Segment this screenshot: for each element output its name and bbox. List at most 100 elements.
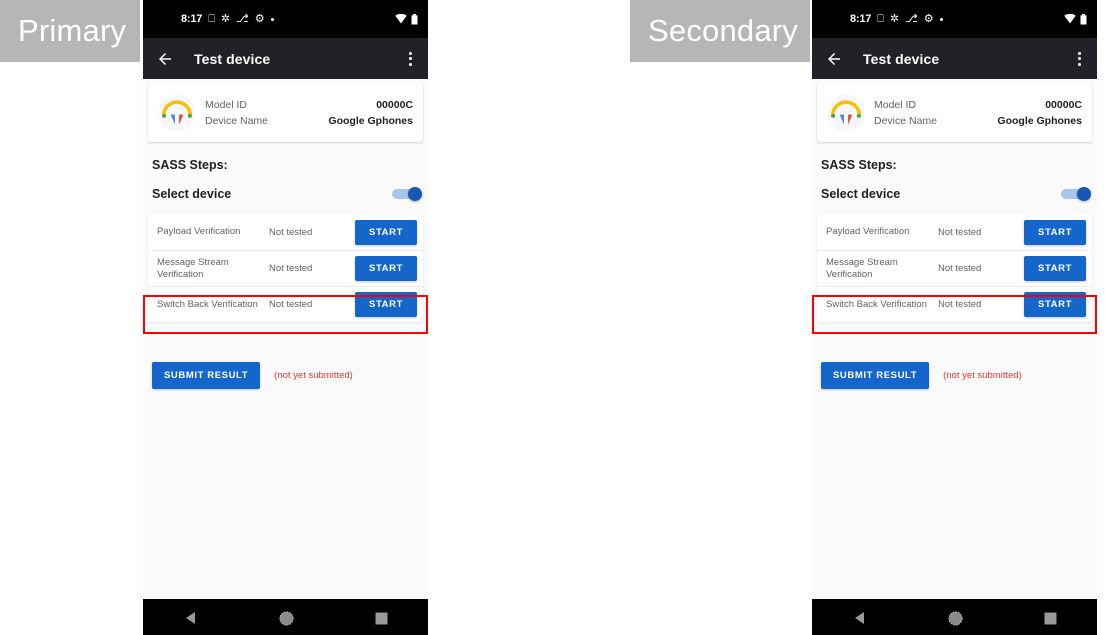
- start-button[interactable]: START: [1024, 256, 1086, 281]
- overflow-menu-icon[interactable]: [406, 48, 415, 70]
- select-device-row: Select device: [821, 187, 1091, 201]
- device-row-value: Google Gphones: [328, 115, 413, 127]
- app-bar-title: Test device: [194, 50, 271, 67]
- start-button[interactable]: START: [355, 292, 417, 317]
- device-row-key: Model ID: [874, 99, 917, 111]
- navigation-bar: [812, 599, 1097, 635]
- select-device-toggle[interactable]: [1061, 187, 1091, 201]
- toggle-thumb: [408, 187, 422, 201]
- start-button[interactable]: START: [355, 219, 417, 245]
- screen-content: Model ID 00000C Device Name Google Gphon…: [143, 79, 428, 635]
- settings-gear-icon: ⚙: [254, 12, 265, 25]
- status-clock: 8:17: [181, 13, 203, 25]
- device-row-value: 00000C: [1045, 99, 1082, 111]
- overflow-menu-icon[interactable]: [1075, 48, 1084, 70]
- sass-steps-card: Payload Verification Not tested START Me…: [148, 214, 423, 322]
- dot-icon: [939, 17, 943, 21]
- app-bar: Test device: [143, 38, 428, 79]
- app-bar: Test device: [812, 38, 1097, 79]
- nav-recents-icon[interactable]: [1044, 612, 1057, 625]
- back-arrow-icon[interactable]: [156, 50, 174, 68]
- device-row-device-name: Device Name Google Gphones: [874, 113, 1082, 129]
- primary-role-label: Primary: [0, 0, 140, 62]
- device-info-rows: Model ID 00000C Device Name Google Gphon…: [205, 97, 413, 129]
- battery-icon: [411, 13, 418, 24]
- sass-steps-heading: SASS Steps:: [152, 158, 228, 172]
- table-row[interactable]: Payload Verification Not tested START: [148, 214, 423, 250]
- submit-result-row: SUBMIT RESULT (not yet submitted): [821, 362, 1022, 389]
- device-info-card: Model ID 00000C Device Name Google Gphon…: [148, 84, 423, 142]
- navigation-bar: [143, 599, 428, 635]
- table-row[interactable]: Switch Back Verification Not tested STAR…: [817, 286, 1092, 322]
- table-row[interactable]: Payload Verification Not tested START: [817, 214, 1092, 250]
- primary-role-label-text: Primary: [18, 13, 127, 48]
- app-bar-title: Test device: [863, 50, 940, 67]
- brightness-icon: ✲: [889, 12, 900, 25]
- table-row[interactable]: Switch Back Verification Not tested STAR…: [148, 286, 423, 322]
- submit-status-note: (not yet submitted): [943, 370, 1022, 381]
- settings-gear-icon: ⚙: [923, 12, 934, 25]
- bluetooth-icon: ⎇: [236, 12, 249, 25]
- overflow-dot-3: [409, 62, 412, 66]
- submit-result-row: SUBMIT RESULT (not yet submitted): [152, 362, 353, 389]
- wifi-icon: [1064, 14, 1076, 24]
- device-info-rows: Model ID 00000C Device Name Google Gphon…: [874, 97, 1082, 129]
- select-device-row: Select device: [152, 187, 422, 201]
- device-row-key: Device Name: [205, 115, 269, 127]
- status-bar: 8:17 ⎕ ✲ ⎇ ⚙: [812, 0, 1097, 38]
- nav-home-icon[interactable]: [278, 610, 294, 626]
- headphones-icon: [158, 94, 196, 132]
- table-row[interactable]: Message Stream Verification Not tested S…: [148, 250, 423, 286]
- status-bar-left: 8:17 ⎕ ✲ ⎇ ⚙: [181, 13, 274, 25]
- step-name: Switch Back Verification: [157, 298, 258, 310]
- device-row-key: Model ID: [205, 99, 248, 111]
- select-device-label: Select device: [821, 187, 901, 201]
- step-status: Not tested: [938, 226, 982, 238]
- phone-screenshot-secondary: 8:17 ⎕ ✲ ⎇ ⚙ Test device Model ID 00000C…: [812, 0, 1097, 635]
- overflow-dot-2: [409, 57, 412, 60]
- submit-result-button[interactable]: SUBMIT RESULT: [152, 362, 261, 389]
- start-button[interactable]: START: [1024, 292, 1086, 317]
- nav-recents-icon[interactable]: [375, 612, 388, 625]
- overflow-dot-1: [1078, 51, 1081, 55]
- step-status: Not tested: [269, 299, 313, 310]
- step-status: Not tested: [269, 226, 313, 238]
- sim-icon: ⎕: [877, 12, 884, 25]
- screen-content: Model ID 00000C Device Name Google Gphon…: [812, 79, 1097, 635]
- overflow-dot-3: [1078, 62, 1081, 66]
- dot-icon: [270, 17, 274, 21]
- phone-screenshot-primary: 8:17 ⎕ ✲ ⎇ ⚙ Test device Model ID 00000C…: [143, 0, 428, 635]
- step-status: Not tested: [269, 263, 313, 274]
- device-info-card: Model ID 00000C Device Name Google Gphon…: [817, 84, 1092, 142]
- step-name: Payload Verification: [157, 226, 241, 237]
- bluetooth-icon: ⎇: [905, 12, 918, 25]
- select-device-label: Select device: [152, 187, 232, 201]
- step-status: Not tested: [938, 263, 982, 274]
- submit-result-button[interactable]: SUBMIT RESULT: [821, 362, 930, 389]
- status-bar: 8:17 ⎕ ✲ ⎇ ⚙: [143, 0, 428, 38]
- status-bar-right: [1064, 13, 1087, 25]
- battery-icon: [1080, 13, 1087, 24]
- secondary-role-label: Secondary: [630, 0, 810, 62]
- sim-icon: ⎕: [208, 12, 215, 25]
- step-status: Not tested: [938, 299, 982, 310]
- step-name: Switch Back Verification: [826, 298, 927, 310]
- device-row-value: Google Gphones: [997, 115, 1082, 127]
- table-row[interactable]: Message Stream Verification Not tested S…: [817, 250, 1092, 286]
- back-arrow-icon[interactable]: [825, 50, 843, 68]
- secondary-role-label-text: Secondary: [648, 13, 799, 48]
- start-button[interactable]: START: [355, 256, 417, 281]
- select-device-toggle[interactable]: [392, 187, 422, 201]
- step-name: Payload Verification: [826, 226, 910, 237]
- overflow-dot-2: [1078, 57, 1081, 60]
- nav-back-icon[interactable]: [853, 611, 867, 625]
- device-row-model-id: Model ID 00000C: [874, 97, 1082, 113]
- toggle-thumb: [1077, 187, 1091, 201]
- start-button[interactable]: START: [1024, 219, 1086, 245]
- sass-steps-heading: SASS Steps:: [821, 158, 897, 172]
- step-name: Message Stream Verification: [826, 256, 898, 280]
- wifi-icon: [395, 14, 407, 24]
- nav-back-icon[interactable]: [184, 611, 198, 625]
- nav-home-icon[interactable]: [947, 610, 963, 626]
- status-bar-right: [395, 13, 418, 25]
